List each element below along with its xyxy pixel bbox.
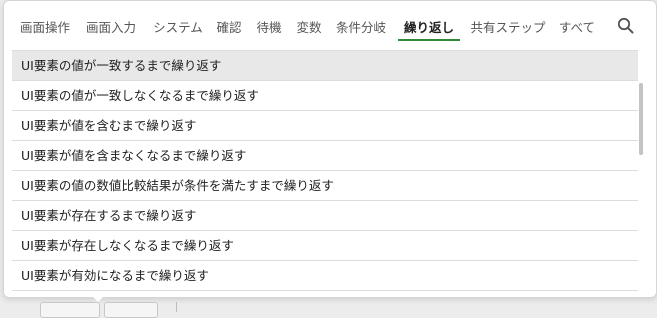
step-list: UI要素の値が一致するまで繰り返す UI要素の値が一致しなくなるまで繰り返す U… — [12, 50, 638, 297]
tab-shared-step[interactable]: 共有ステップ — [470, 1, 546, 47]
tab-wait[interactable]: 待機 — [255, 1, 283, 47]
tab-condition-branch[interactable]: 条件分岐 — [335, 1, 387, 47]
tab-variable[interactable]: 変数 — [295, 1, 323, 47]
list-item[interactable]: UI要素の値の数値比較結果が条件を満たすまで繰り返す — [12, 171, 638, 201]
step-picker-popover: 画面操作 画面入力 システム 確認 待機 変数 条件分岐 繰り返し 共有ステップ… — [3, 0, 657, 298]
list-item[interactable]: UI要素が有効になるまで繰り返す — [12, 261, 638, 291]
tab-system[interactable]: システム — [151, 1, 205, 47]
tab-screen-input[interactable]: 画面入力 — [85, 1, 137, 47]
list-scrollbar[interactable] — [638, 50, 644, 297]
list-item[interactable]: UI要素の値が一致するまで繰り返す — [12, 51, 638, 81]
background-control — [40, 302, 100, 318]
background-control — [104, 302, 158, 318]
list-item[interactable]: UI要素が存在しなくなるまで繰り返す — [12, 231, 638, 261]
list-item[interactable]: UI要素の値が一致しなくなるまで繰り返す — [12, 81, 638, 111]
search-button[interactable] — [616, 16, 636, 36]
list-item[interactable]: UI要素が値を含まなくなるまで繰り返す — [12, 141, 638, 171]
list-item[interactable]: UI要素が存在するまで繰り返す — [12, 201, 638, 231]
category-tab-bar: 画面操作 画面入力 システム 確認 待機 変数 条件分岐 繰り返し 共有ステップ… — [4, 1, 656, 47]
tab-confirm[interactable]: 確認 — [215, 1, 243, 47]
list-item[interactable]: UI要素が値を含むまで繰り返す — [12, 111, 638, 141]
search-icon — [617, 17, 634, 34]
tab-all[interactable]: すべて — [558, 1, 596, 47]
tab-repeat[interactable]: 繰り返し — [398, 1, 460, 47]
tab-screen-operation[interactable]: 画面操作 — [19, 1, 71, 47]
scroll-thumb[interactable] — [639, 83, 643, 155]
